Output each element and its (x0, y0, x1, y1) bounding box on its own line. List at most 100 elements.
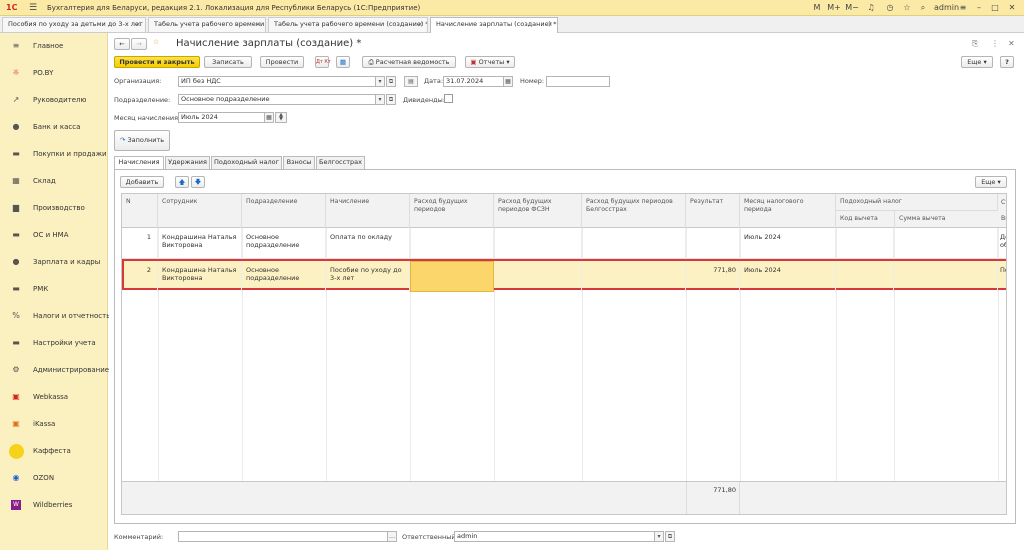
post-button[interactable]: Провести (260, 56, 304, 68)
comment-expand-icon[interactable]: … (387, 531, 397, 542)
cell-deduction-sum[interactable] (894, 261, 998, 292)
cell-employee[interactable]: Кондрашина Наталья Викторовна (158, 228, 242, 259)
link-icon[interactable]: ⎘ (972, 39, 978, 49)
close-icon[interactable]: ✕ (1006, 2, 1018, 14)
user-name[interactable]: admin (934, 2, 959, 14)
col-header-result[interactable]: Результат (686, 194, 740, 228)
cell-deduction-sum[interactable] (894, 228, 998, 259)
sidebar-item-production[interactable]: ▆ Производство (0, 198, 108, 220)
tab-contributions[interactable]: Взносы (283, 156, 315, 169)
dropdown-icon[interactable]: ▾ (375, 76, 385, 87)
sidebar-item-kaffesta[interactable]: Каффеста (0, 441, 108, 463)
more-vertical-icon[interactable]: ⋮ (991, 39, 999, 48)
cell-future-bgs[interactable] (582, 261, 686, 292)
table-row[interactable]: 1 Кондрашина Наталья Викторовна Основное… (122, 228, 1006, 259)
cell-future-expenses[interactable] (410, 228, 494, 259)
add-button[interactable]: Добавить (120, 176, 164, 188)
sidebar-item-manager[interactable]: ↗ Руководителю (0, 90, 108, 112)
settings-icon[interactable]: ≡ (958, 2, 968, 14)
memory-plus-button[interactable]: M+ (827, 2, 841, 14)
close-tab-icon[interactable]: × (548, 18, 553, 31)
accrual-month-field[interactable]: Июль 2024 (178, 112, 274, 123)
sidebar-item-webkassa[interactable]: ▣ Webkassa (0, 387, 108, 409)
move-up-icon[interactable]: 🡅 (175, 176, 189, 188)
cell-tax-month[interactable]: Июль 2024 (740, 228, 836, 259)
sidebar-item-rmk[interactable]: ▬ РМК (0, 279, 108, 301)
table-more-button[interactable]: Еще ▾ (975, 176, 1007, 188)
col-header-accrual[interactable]: Начисление (326, 194, 410, 228)
open-org-icon[interactable]: ▤ (404, 76, 418, 87)
col-header-department[interactable]: Подразделение (242, 194, 326, 228)
close-tab-icon[interactable]: × (418, 18, 423, 31)
sidebar-item-main[interactable]: ≡ Главное (0, 36, 108, 58)
department-field[interactable]: Основное подразделение (178, 94, 385, 105)
cell-tax-month[interactable]: Июль 2024 (740, 261, 836, 292)
memory-minus-button[interactable]: M− (845, 2, 859, 14)
month-spinner[interactable]: ▲ ▼ (275, 112, 287, 123)
help-button[interactable]: ? (1000, 56, 1014, 68)
notification-bell-icon[interactable]: ♫ (866, 2, 876, 14)
dividends-checkbox[interactable] (444, 94, 453, 103)
col-header-future-expenses-bgs[interactable]: Расход будущих периодов Белгосстрах (582, 194, 686, 228)
cell-accrual[interactable]: Пособие по уходу до 3-х лет (326, 261, 410, 292)
cell-result[interactable]: 771,80 (686, 261, 740, 292)
favorite-star-icon[interactable]: ☆ (153, 38, 159, 46)
number-field[interactable] (546, 76, 610, 87)
memory-button[interactable]: M (812, 2, 822, 14)
cell-future-fszn[interactable] (494, 228, 582, 259)
sidebar-item-bank[interactable]: ● Банк и касса (0, 117, 108, 139)
move-down-icon[interactable]: 🡇 (191, 176, 205, 188)
sidebar-item-accounting-settings[interactable]: ▬ Настройки учета (0, 333, 108, 355)
tab-child-care-allowance[interactable]: Пособия по уходу за детьми до 3-х лет × (2, 17, 146, 32)
cell-extra[interactable]: По (998, 261, 1006, 292)
sidebar-item-fixed-assets[interactable]: ▬ ОС и НМА (0, 225, 108, 247)
sidebar-item-purchases-sales[interactable]: ▬ Покупки и продажи (0, 144, 108, 166)
comment-field[interactable] (178, 531, 397, 542)
tab-timesheet-create[interactable]: Табель учета рабочего времени (создание)… (268, 17, 428, 32)
cell-deduction-code[interactable] (836, 228, 894, 259)
search-icon[interactable]: ⌕ (918, 2, 928, 14)
minimize-icon[interactable]: – (974, 2, 984, 14)
favorites-star-icon[interactable]: ☆ (902, 2, 912, 14)
cell-future-expenses-active[interactable] (410, 261, 494, 292)
tab-belgosstrakh[interactable]: Белгосстрах (316, 156, 365, 169)
cell-future-bgs[interactable] (582, 228, 686, 259)
hamburger-menu-icon[interactable]: ☰ (29, 2, 39, 14)
col-header-future-expenses[interactable]: Расход будущих периодов (410, 194, 494, 228)
cell-deduction-code[interactable] (836, 261, 894, 292)
sidebar-item-salary-hr[interactable]: ● Зарплата и кадры (0, 252, 108, 274)
col-header-extra[interactable]: Ст (1001, 199, 1006, 207)
tab-accruals[interactable]: Начисления (114, 156, 164, 170)
post-and-close-button[interactable]: Провести и закрыть (114, 56, 200, 68)
more-button[interactable]: Еще ▾ (961, 56, 993, 68)
col-header-n[interactable]: N (122, 194, 158, 228)
sidebar-item-ikassa[interactable]: ▣ iKassa (0, 414, 108, 436)
col-header-future-expenses-fszn[interactable]: Расход будущих периодов ФСЗН (494, 194, 582, 228)
calendar-icon[interactable]: ▦ (503, 76, 513, 87)
col-header-income-tax[interactable]: Подоходный налог (836, 194, 998, 211)
sidebar-item-ozon[interactable]: ◉ OZON (0, 468, 108, 490)
save-button[interactable]: Записать (204, 56, 252, 68)
sidebar-item-administration[interactable]: ⚙ Администрирование (0, 360, 109, 382)
col-header-deduction-code[interactable]: Код вычета (840, 215, 894, 223)
cell-result[interactable] (686, 228, 740, 259)
cell-employee[interactable]: Кондрашина Наталья Викторовна (158, 261, 242, 292)
col-header-extra-sub[interactable]: Ви (1001, 215, 1006, 223)
close-tab-icon[interactable]: × (256, 18, 261, 31)
table-row-selected[interactable]: 2 Кондрашина Наталья Викторовна Основное… (122, 259, 1006, 292)
open-link-icon[interactable]: ⧉ (386, 94, 396, 105)
col-header-employee[interactable]: Сотрудник (158, 194, 242, 228)
organization-field[interactable]: ИП без НДС (178, 76, 385, 87)
calendar-icon[interactable]: ▦ (264, 112, 274, 123)
cell-department[interactable]: Основное подразделение (242, 261, 326, 292)
payroll-sheet-button[interactable]: ⎙ Расчетная ведомость (362, 56, 456, 68)
cell-extra[interactable]: До об (998, 228, 1006, 259)
col-header-deduction-sum[interactable]: Сумма вычета (899, 215, 994, 223)
open-link-icon[interactable]: ⧉ (386, 76, 396, 87)
reports-button[interactable]: ▣ Отчеты ▾ (465, 56, 515, 68)
back-button[interactable]: ← (114, 38, 130, 50)
dropdown-icon[interactable]: ▾ (375, 94, 385, 105)
tab-payroll-create[interactable]: Начисление зарплаты (создание) * × (430, 17, 558, 33)
dropdown-icon[interactable]: ▾ (654, 531, 664, 542)
responsible-field[interactable]: admin (454, 531, 664, 542)
